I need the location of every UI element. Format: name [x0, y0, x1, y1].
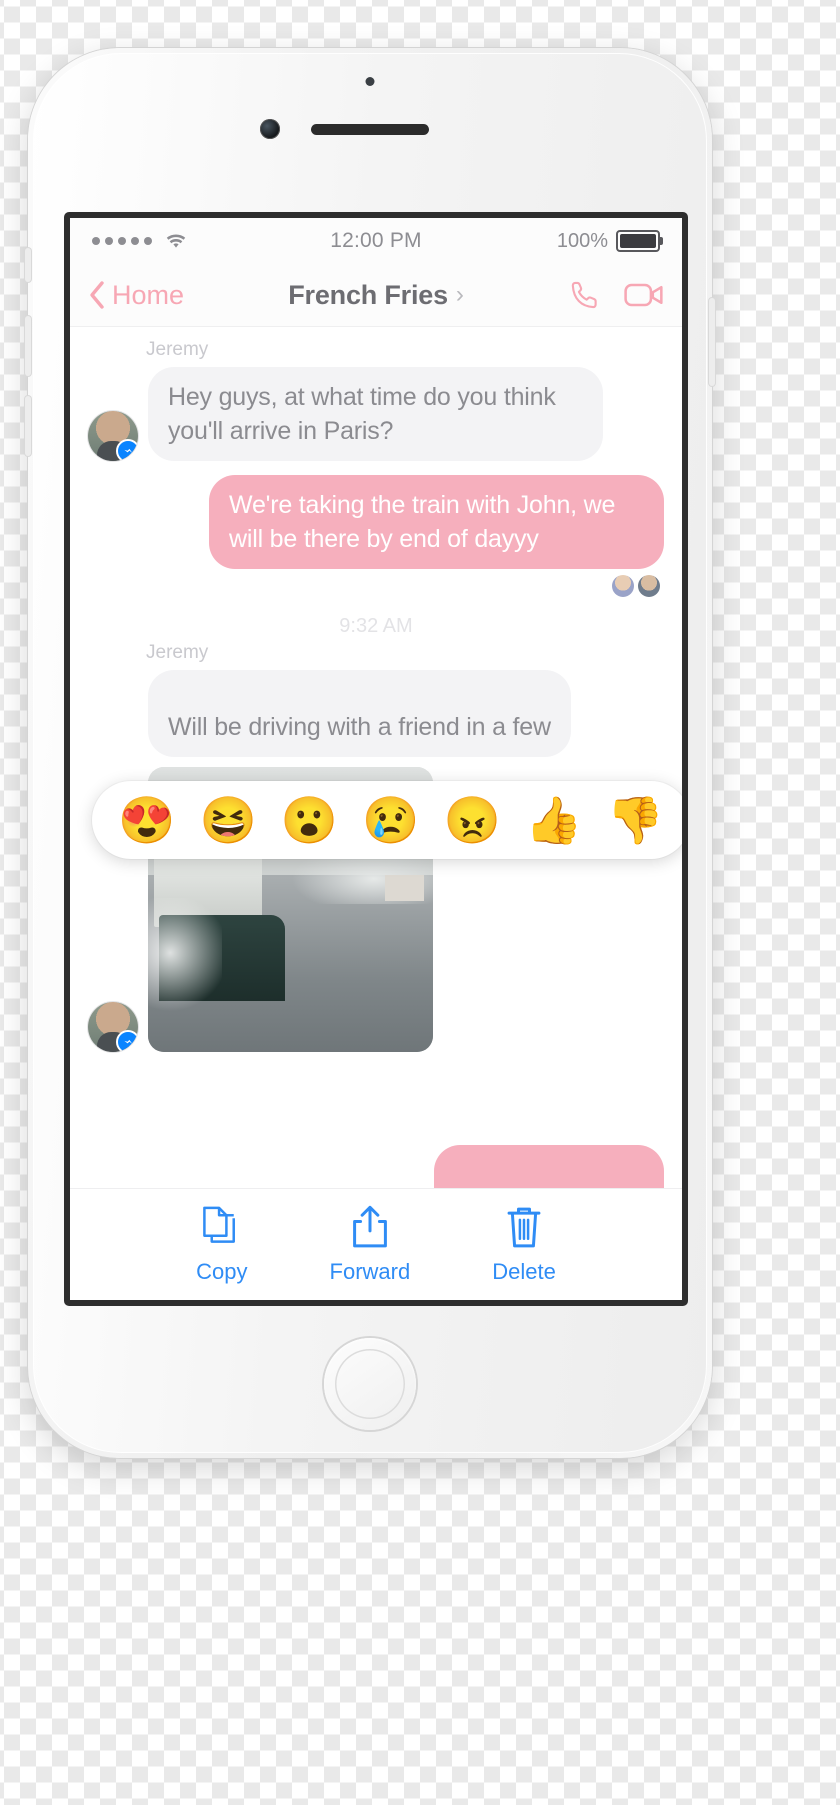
- chevron-left-icon: [90, 281, 104, 309]
- message-sender-label: Jeremy: [146, 339, 209, 360]
- message-row-incoming-2[interactable]: Will be driving with a friend in a few: [70, 670, 682, 757]
- front-camera: [260, 119, 280, 139]
- share-up-icon: [352, 1205, 387, 1248]
- messenger-badge-icon: [116, 439, 138, 461]
- message-bubble-incoming[interactable]: Hey guys, at what time do you think you'…: [148, 367, 603, 461]
- conversation-thread[interactable]: Jeremy Hey guys, at what time do you thi…: [70, 327, 682, 1300]
- conversation-title-text: French Fries: [288, 279, 448, 310]
- status-bar: 12:00 PM 100%: [70, 218, 682, 264]
- battery-full-icon: [616, 230, 663, 252]
- emoji-reaction-picker[interactable]: 😍 😆 😮 😢 😠 👍 👎: [92, 781, 682, 859]
- thumbs-down-emoji[interactable]: 👎: [607, 797, 664, 843]
- message-row-outgoing[interactable]: We're taking the train with John, we wil…: [70, 475, 682, 569]
- seen-avatar-1: [612, 575, 634, 597]
- volume-down-button[interactable]: [25, 396, 31, 456]
- back-button-label: Home: [112, 279, 185, 310]
- delete-action[interactable]: Delete: [492, 1205, 556, 1285]
- trash-icon: [507, 1207, 541, 1248]
- messenger-badge-icon-2: [116, 1030, 138, 1052]
- wifi-icon: [166, 234, 186, 248]
- forward-action[interactable]: Forward: [329, 1205, 411, 1285]
- home-button[interactable]: [324, 1338, 416, 1430]
- crying-emoji[interactable]: 😢: [362, 797, 419, 843]
- laughing-emoji[interactable]: 😆: [199, 797, 256, 843]
- delete-action-label: Delete: [492, 1259, 556, 1284]
- angry-emoji[interactable]: 😠: [444, 797, 501, 843]
- volume-up-button[interactable]: [25, 316, 31, 376]
- phone-screen: 12:00 PM 100% Home French Fries › Jeremy…: [64, 212, 688, 1306]
- message-bubble-incoming-2[interactable]: Will be driving with a friend in a few: [148, 670, 571, 757]
- avatar-jeremy[interactable]: [88, 411, 138, 461]
- copy-icon: [202, 1206, 235, 1243]
- navigation-bar: Home French Fries ›: [70, 264, 682, 327]
- silent-switch[interactable]: [25, 248, 31, 282]
- heart-eyes-emoji[interactable]: 😍: [118, 797, 175, 843]
- proximity-sensor: [365, 77, 375, 86]
- signal-strength-dots: [92, 237, 152, 245]
- phone-icon[interactable]: [568, 278, 602, 312]
- avatar-jeremy-2[interactable]: [88, 1002, 138, 1052]
- battery-percent-label: 100%: [556, 229, 608, 252]
- thumbs-up-emoji[interactable]: 👍: [525, 797, 582, 843]
- nav-actions: [568, 278, 664, 312]
- message-row-incoming[interactable]: Hey guys, at what time do you think you'…: [70, 367, 682, 461]
- photo-house-right: [384, 875, 425, 901]
- thread-timestamp: 9:32 AM: [339, 615, 413, 637]
- seen-avatar-2: [638, 575, 660, 597]
- back-button[interactable]: Home: [88, 280, 184, 311]
- copy-action[interactable]: Copy: [196, 1205, 248, 1285]
- copy-action-label: Copy: [196, 1259, 248, 1284]
- message-action-bar: Copy Forward Delete: [70, 1188, 682, 1300]
- power-button[interactable]: [709, 298, 715, 386]
- message-bubble-outgoing[interactable]: We're taking the train with John, we wil…: [209, 475, 664, 569]
- surprised-emoji[interactable]: 😮: [281, 797, 338, 843]
- video-camera-icon[interactable]: [624, 280, 664, 310]
- message-sender-label-2: Jeremy: [146, 642, 209, 663]
- chevron-right-icon: ›: [455, 281, 464, 308]
- seen-avatars: [70, 569, 682, 597]
- status-bar-right: 100%: [556, 229, 663, 253]
- iphone-device-frame: 12:00 PM 100% Home French Fries › Jeremy…: [25, 48, 715, 1458]
- forward-action-label: Forward: [329, 1259, 411, 1284]
- photo-trees-left: [148, 898, 223, 1035]
- earpiece-speaker: [311, 124, 429, 135]
- message-bubble-outgoing-partial[interactable]: [434, 1145, 664, 1189]
